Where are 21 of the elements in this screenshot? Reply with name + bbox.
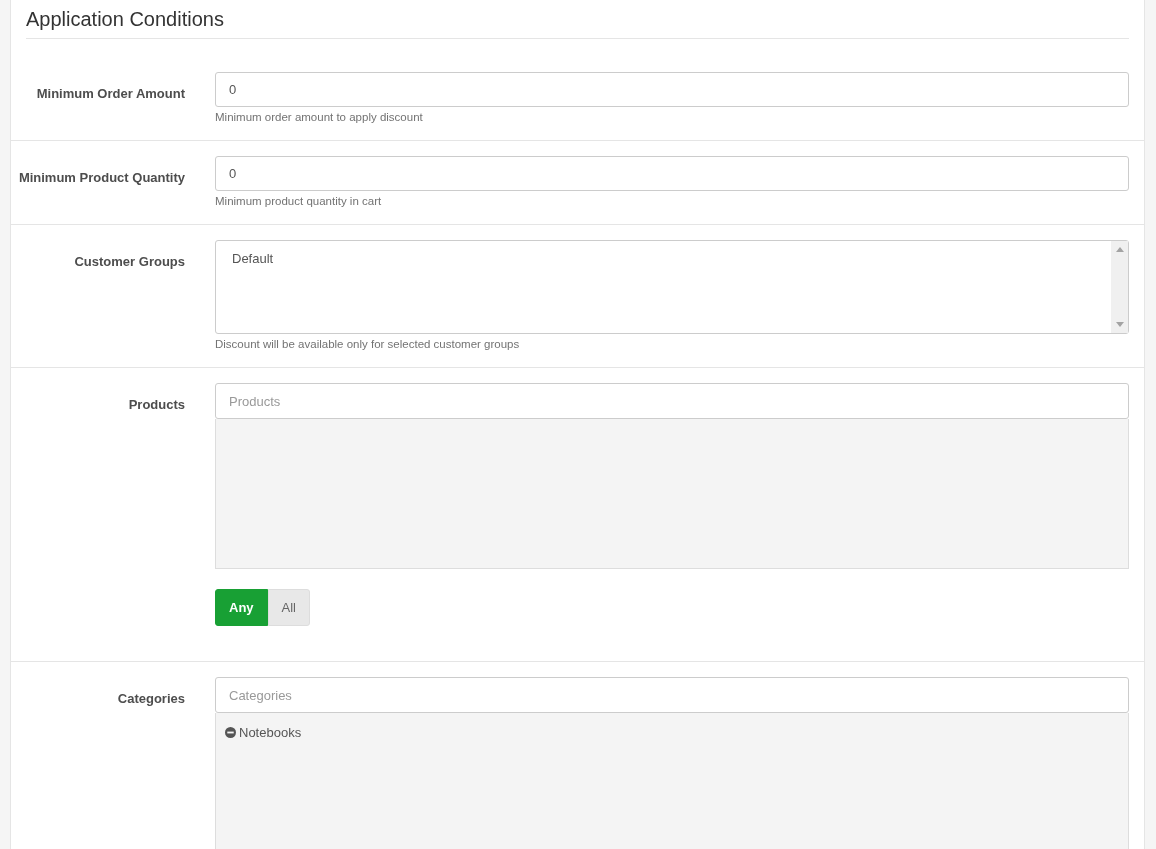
help-text: Minimum order amount to apply discount xyxy=(215,110,424,125)
field-label: Categories xyxy=(117,691,185,706)
field-label: Minimum Order Amount xyxy=(36,86,185,101)
selected-item: Notebooks xyxy=(239,724,302,742)
input-field[interactable]: 0 xyxy=(215,72,1129,107)
help-text: Discount will be available only for selected customer groups xyxy=(215,337,521,352)
search-field[interactable]: Products xyxy=(215,383,1129,419)
field-label: Customer Groups xyxy=(74,254,185,269)
scroll-down-icon[interactable] xyxy=(1115,322,1124,327)
listbox-option[interactable]: Default xyxy=(231,250,275,268)
listbox[interactable]: Default xyxy=(215,240,1129,334)
section-title: Application Conditions xyxy=(26,8,224,30)
search-field[interactable]: Categories xyxy=(215,677,1129,713)
remove-icon[interactable] xyxy=(225,727,236,739)
scroll-up-icon[interactable] xyxy=(1115,247,1124,252)
help-text: Minimum product quantity in cart xyxy=(215,194,383,209)
input-field[interactable]: 0 xyxy=(215,156,1129,191)
field-label: Minimum Product Quantity xyxy=(18,170,185,185)
field-label: Products xyxy=(128,397,185,412)
scrollbar[interactable] xyxy=(1111,241,1128,333)
toggle-button[interactable]: All xyxy=(267,589,310,626)
